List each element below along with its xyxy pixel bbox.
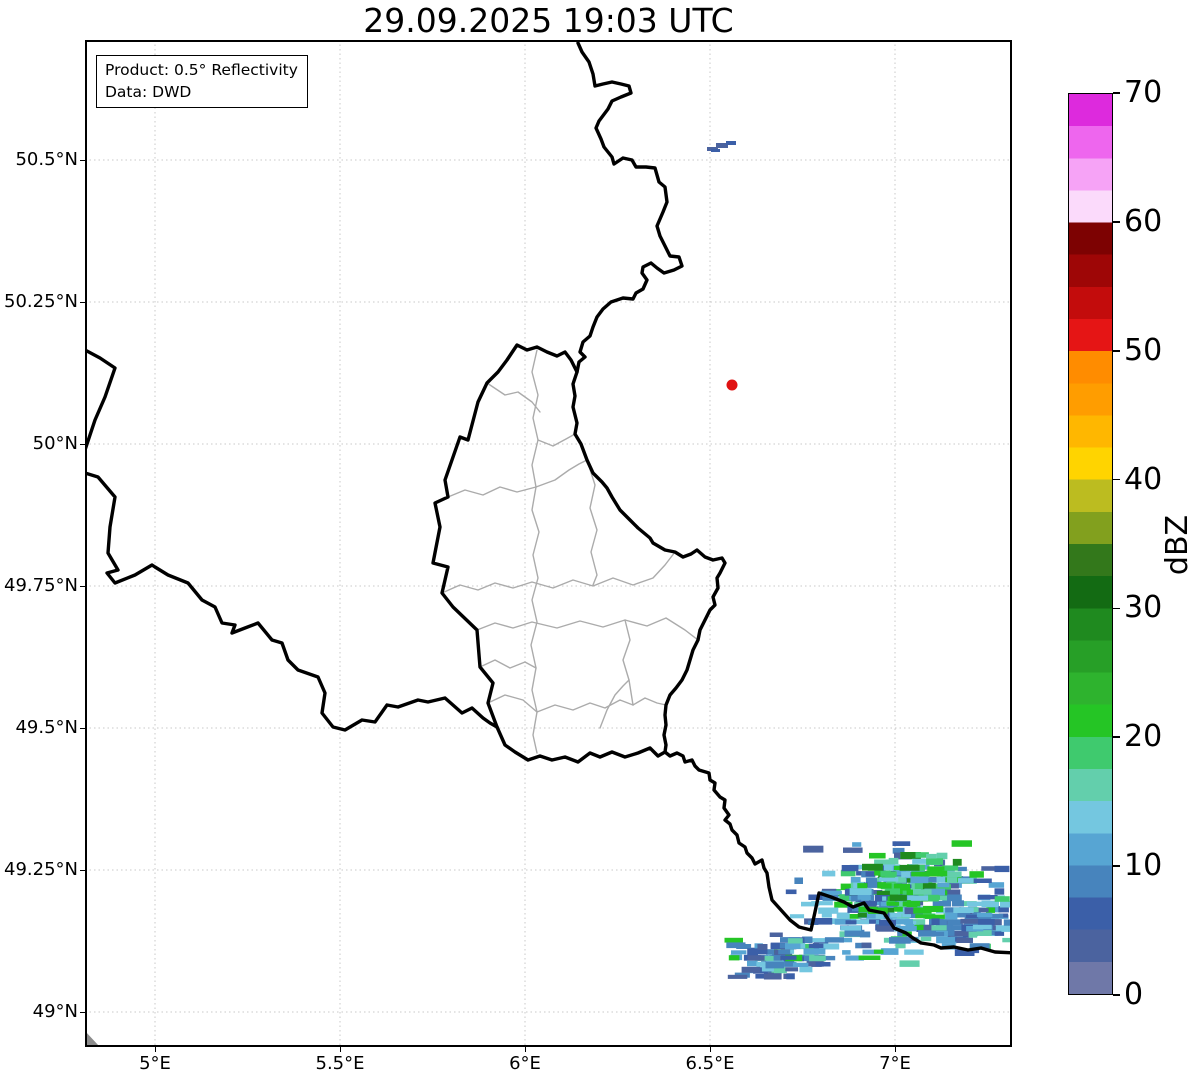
colorbar-tick-mark: [1113, 478, 1120, 481]
x-tick-mark: [525, 1047, 527, 1052]
y-tick-label: 49.25°N: [4, 859, 78, 880]
y-tick-mark: [80, 302, 85, 304]
colorbar-tick-mark: [1113, 607, 1120, 610]
colorbar-tick-mark: [1113, 221, 1120, 223]
map-plot-area: [85, 40, 1012, 1047]
x-tick-label: 7°E: [879, 1053, 911, 1074]
x-tick-label: 6.5°E: [685, 1053, 735, 1074]
colorbar-tick-label: 60: [1124, 203, 1163, 239]
x-tick-label: 5°E: [139, 1053, 171, 1074]
info-box-product: Product: 0.5° Reflectivity: [105, 61, 298, 79]
x-tick-label: 6°E: [509, 1053, 541, 1074]
y-tick-mark: [80, 160, 85, 162]
corner-patch: [85, 1031, 99, 1046]
x-tick-mark: [895, 1047, 897, 1052]
y-tick-label: 50.5°N: [15, 149, 78, 170]
x-tick-mark: [155, 1047, 157, 1052]
y-tick-mark: [80, 586, 85, 588]
radar-site-marker: [726, 379, 738, 391]
y-tick-label: 49.75°N: [4, 575, 78, 596]
y-tick-label: 50°N: [32, 433, 78, 454]
luxembourg-outline: [431, 343, 727, 764]
colorbar-tick-mark: [1113, 736, 1120, 739]
y-tick-mark: [80, 870, 85, 872]
country-borders: [85, 41, 1012, 955]
colorbar-tick-label: 10: [1124, 848, 1163, 884]
echo-streak: [707, 141, 736, 152]
colorbar-tick-mark: [1113, 994, 1120, 996]
y-tick-label: 49.5°N: [15, 717, 78, 738]
x-tick-mark: [340, 1047, 342, 1052]
x-tick-mark: [710, 1047, 712, 1052]
map-canvas: Product: 0.5° Reflectivity Data: DWD: [85, 40, 1012, 1047]
plot-title: 29.09.2025 19:03 UTC: [363, 1, 734, 40]
colorbar-tick-label: 0: [1124, 977, 1144, 1012]
colorbar: [1068, 93, 1113, 995]
colorbar-axis-label: dBZ: [1160, 514, 1195, 576]
colorbar-tick-label: 30: [1124, 590, 1163, 626]
canton-borders: [441, 349, 699, 754]
y-tick-label: 50.25°N: [4, 291, 78, 312]
x-tick-label: 5.5°E: [315, 1053, 365, 1074]
y-tick-mark: [80, 444, 85, 446]
info-box-source: Data: DWD: [105, 83, 192, 101]
colorbar-tick-mark: [1113, 92, 1120, 94]
colorbar-tick-label: 70: [1124, 75, 1163, 110]
y-tick-label: 49°N: [32, 1001, 78, 1022]
figure: 29.09.2025 19:03 UTC Product: 0.5° Refle…: [0, 0, 1202, 1081]
colorbar-tick-label: 20: [1124, 719, 1163, 755]
y-tick-mark: [80, 1012, 85, 1014]
colorbar-tick-mark: [1113, 865, 1120, 867]
y-tick-mark: [80, 728, 85, 730]
info-box: Product: 0.5° Reflectivity Data: DWD: [96, 55, 308, 108]
colorbar-tick-label: 50: [1124, 332, 1163, 368]
colorbar-tick-label: 40: [1124, 461, 1163, 497]
colorbar-tick-mark: [1113, 349, 1120, 352]
